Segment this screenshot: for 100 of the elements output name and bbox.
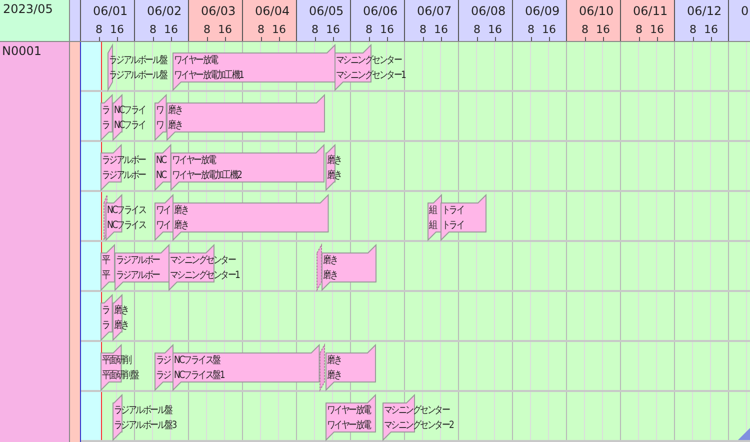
task-bar[interactable] bbox=[326, 344, 376, 390]
hour-tick-label: 8 bbox=[150, 23, 156, 36]
hour-tick-label: 8 bbox=[582, 23, 588, 36]
task-label: マシニングセンター1 bbox=[170, 270, 239, 282]
task-label: 平 bbox=[102, 255, 110, 267]
date-label: 06/03 bbox=[201, 4, 236, 18]
hour-tick-label: 16 bbox=[704, 23, 718, 36]
task-label: 平面研削盤 bbox=[102, 370, 138, 382]
date-label: 06/07 bbox=[417, 4, 452, 18]
task-bar[interactable] bbox=[326, 394, 376, 440]
task-label: ラジアルボール盤3 bbox=[114, 420, 176, 432]
task-label: NCフライス bbox=[106, 220, 146, 232]
date-label: 06/10 bbox=[579, 4, 614, 18]
hour-tick-label: 16 bbox=[164, 23, 178, 36]
task-label: NC bbox=[156, 170, 166, 182]
hour-tick-label: 16 bbox=[380, 23, 394, 36]
task-label: マシニングセンター2 bbox=[384, 420, 453, 432]
task-label: ラ bbox=[102, 105, 110, 117]
task-label: ラジアルボール盤 bbox=[109, 55, 167, 67]
task-label: NCフライ bbox=[114, 105, 145, 117]
hour-tick-label: 16 bbox=[488, 23, 502, 36]
task-label: 磨き bbox=[327, 355, 342, 367]
task-label: ワ bbox=[156, 120, 164, 132]
task-label: ワイヤー放電 bbox=[174, 55, 218, 67]
date-label: 06/04 bbox=[255, 4, 290, 18]
task-label: ラジアルボール盤 bbox=[114, 405, 172, 417]
task-label: ラジアルボー bbox=[116, 255, 160, 267]
task-label: ラジアルボー bbox=[116, 270, 160, 282]
date-label: 06/11 bbox=[633, 4, 668, 18]
task-label: トライ bbox=[442, 220, 464, 232]
task-label: ワイヤー放電 bbox=[327, 405, 371, 417]
task-label: NCフライス bbox=[106, 205, 146, 217]
task-label: ワ bbox=[156, 105, 164, 117]
hour-tick-label: 16 bbox=[434, 23, 448, 36]
task-bar[interactable] bbox=[322, 244, 376, 290]
task-label: ラジアルボール盤 bbox=[109, 70, 167, 82]
hour-tick-label: 8 bbox=[312, 23, 318, 36]
date-label: 06/02 bbox=[147, 4, 182, 18]
hour-tick-label: 8 bbox=[258, 23, 264, 36]
task-label: トライ bbox=[442, 205, 464, 217]
task-label: ラジアルボー bbox=[102, 155, 146, 167]
date-label: 06/08 bbox=[471, 4, 506, 18]
task-label: マシニングセンター bbox=[336, 55, 402, 67]
task-bar[interactable] bbox=[112, 294, 122, 340]
task-label: ラジアルボー bbox=[102, 170, 146, 182]
task-label: ラ bbox=[102, 320, 110, 332]
hour-tick-label: 16 bbox=[596, 23, 610, 36]
date-label: 0 bbox=[741, 4, 749, 18]
task-label: 磨き bbox=[174, 220, 189, 232]
hour-tick-label: 16 bbox=[542, 23, 556, 36]
hour-tick-label: 8 bbox=[366, 23, 372, 36]
date-label: 06/12 bbox=[687, 4, 722, 18]
task-label: ワイ bbox=[156, 220, 171, 232]
hour-tick-label: 8 bbox=[96, 23, 102, 36]
hour-tick-label: 16 bbox=[272, 23, 286, 36]
task-label: 磨き bbox=[174, 205, 189, 217]
task-label: 磨き bbox=[322, 270, 338, 282]
task-label: 磨き bbox=[327, 155, 342, 167]
date-label: 06/01 bbox=[93, 4, 128, 18]
task-label: 平 bbox=[102, 270, 110, 282]
task-label: マシニングセンター1 bbox=[336, 70, 406, 82]
task-label: ワイヤー放電 bbox=[327, 420, 371, 432]
task-label: NC bbox=[156, 155, 166, 167]
task-label: 組 bbox=[428, 220, 436, 232]
hour-tick-label: 8 bbox=[690, 23, 696, 36]
task-bar[interactable] bbox=[168, 244, 214, 290]
date-label: 06/05 bbox=[309, 4, 344, 18]
hour-tick-label: 8 bbox=[420, 23, 426, 36]
task-label: ワイ bbox=[156, 205, 171, 217]
task-label: ワイヤー放電加工機2 bbox=[172, 170, 242, 182]
task-label: マシニングセンター bbox=[384, 405, 449, 417]
hour-tick-label: 16 bbox=[218, 23, 232, 36]
task-label: 磨き bbox=[327, 370, 342, 382]
task-label: ラ bbox=[102, 120, 110, 132]
task-label: 磨き bbox=[114, 320, 128, 332]
date-label: 06/09 bbox=[525, 4, 560, 18]
task-label: ワイヤー放電 bbox=[172, 155, 216, 167]
task-label: ラジ bbox=[156, 370, 171, 382]
task-label: 磨き bbox=[322, 255, 338, 267]
task-label: 平面研削 bbox=[102, 355, 132, 367]
task-label: 磨き bbox=[327, 170, 342, 182]
hour-tick-label: 16 bbox=[110, 23, 124, 36]
resize-grip-icon[interactable] bbox=[736, 428, 750, 442]
task-label: NCフライス盤 bbox=[174, 355, 220, 367]
month-label: 2023/05 bbox=[0, 0, 70, 41]
task-label: 磨き bbox=[168, 105, 182, 117]
task-label: ラジ bbox=[156, 355, 171, 367]
task-label: 磨き bbox=[168, 120, 182, 132]
resource-label: N0001 bbox=[2, 44, 42, 58]
hour-tick-label: 8 bbox=[474, 23, 480, 36]
task-label: 組 bbox=[428, 205, 436, 217]
task-bar[interactable] bbox=[112, 394, 122, 440]
hour-tick-label: 16 bbox=[650, 23, 664, 36]
date-label: 06/06 bbox=[363, 4, 398, 18]
hour-tick-label: 8 bbox=[204, 23, 210, 36]
task-label: NCフライス盤1 bbox=[174, 370, 224, 382]
hour-tick-label: 8 bbox=[528, 23, 534, 36]
task-label: NCフライ bbox=[114, 120, 145, 132]
hour-tick-label: 16 bbox=[326, 23, 340, 36]
hour-tick-label: 8 bbox=[636, 23, 642, 36]
